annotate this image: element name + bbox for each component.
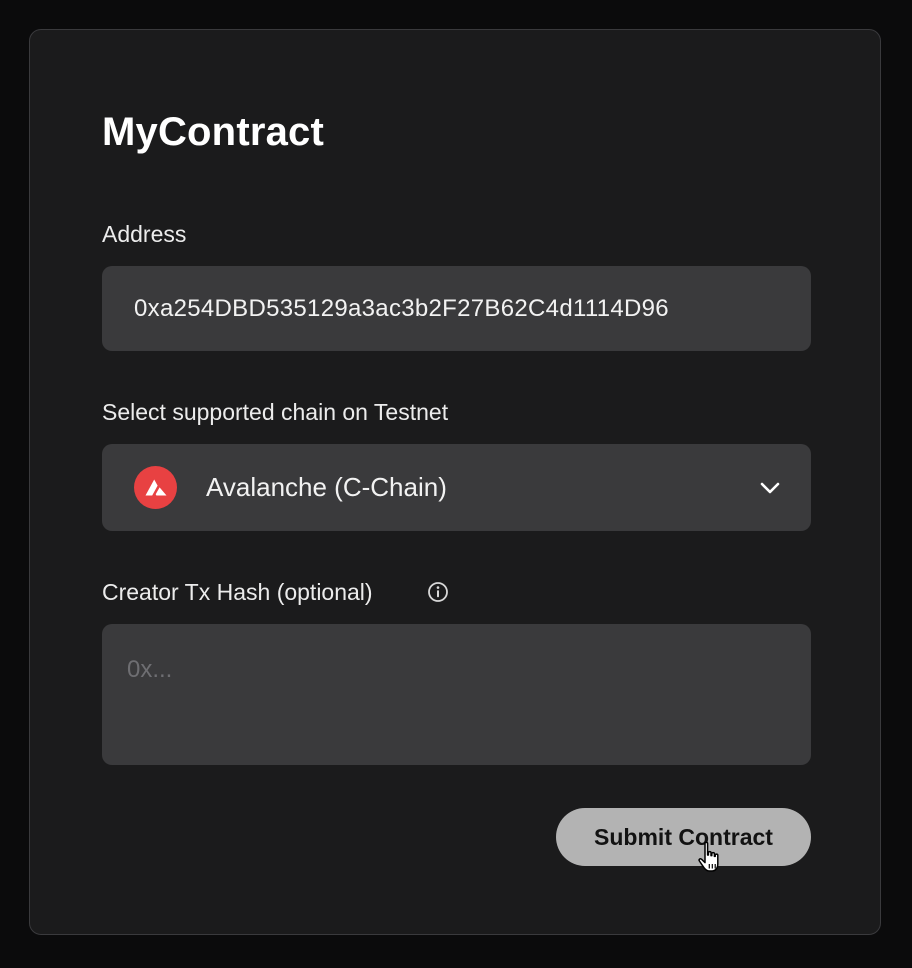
page-title: MyContract	[102, 110, 325, 154]
chevron-down-icon[interactable]	[757, 475, 783, 501]
creator-tx-field[interactable]	[102, 624, 811, 765]
submit-contract-button[interactable]: Submit Contract	[556, 808, 811, 866]
address-label: Address	[102, 221, 187, 247]
avalanche-logo-icon	[134, 466, 177, 509]
address-value: 0xa254DBD535129a3ac3b2F27B62C4d1114D96	[134, 294, 669, 322]
creator-tx-input[interactable]	[102, 624, 811, 765]
contract-card: MyContract Address 0xa254DBD535129a3ac3b…	[29, 29, 881, 935]
chain-selected-value: Avalanche (C-Chain)	[206, 472, 447, 502]
chain-select-label: Select supported chain on Testnet	[102, 399, 449, 425]
creator-tx-label: Creator Tx Hash (optional)	[102, 579, 373, 605]
address-field[interactable]: 0xa254DBD535129a3ac3b2F27B62C4d1114D96	[102, 266, 811, 351]
chain-select[interactable]: Avalanche (C-Chain)	[102, 444, 811, 531]
info-icon[interactable]	[427, 581, 449, 603]
